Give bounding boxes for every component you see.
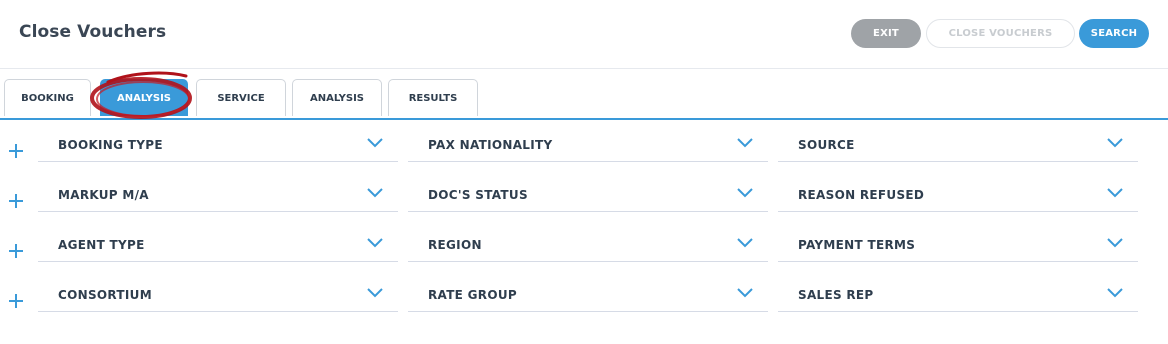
tab-analysis-2[interactable]: ANALYSIS <box>292 79 382 116</box>
dropdown-label: DOC'S STATUS <box>428 188 528 202</box>
dropdown-label: SOURCE <box>798 138 855 152</box>
chevron-down-icon <box>367 288 383 298</box>
docs-status-dropdown[interactable]: DOC'S STATUS <box>408 184 768 212</box>
close-vouchers-button[interactable]: CLOSE VOUCHERS <box>926 19 1075 48</box>
chevron-down-icon <box>1107 188 1123 198</box>
tab-analysis[interactable]: ANALYSIS <box>100 79 188 116</box>
chevron-down-icon <box>737 288 753 298</box>
dropdown-label: AGENT TYPE <box>58 238 145 252</box>
dropdown-label: BOOKING TYPE <box>58 138 163 152</box>
exit-button[interactable]: EXIT <box>851 19 921 48</box>
filter-row: AGENT TYPE REGION PAYMENT TERMS <box>0 234 1168 274</box>
plus-icon[interactable] <box>9 194 23 208</box>
dropdown-label: CONSORTIUM <box>58 288 152 302</box>
chevron-down-icon <box>1107 288 1123 298</box>
chevron-down-icon <box>1107 138 1123 148</box>
plus-icon[interactable] <box>9 144 23 158</box>
dropdown-label: REGION <box>428 238 482 252</box>
chevron-down-icon <box>737 188 753 198</box>
dropdown-label: SALES REP <box>798 288 874 302</box>
dropdown-label: PAX NATIONALITY <box>428 138 553 152</box>
plus-icon[interactable] <box>9 294 23 308</box>
dropdown-label: RATE GROUP <box>428 288 517 302</box>
chevron-down-icon <box>737 138 753 148</box>
chevron-down-icon <box>367 188 383 198</box>
filter-row: MARKUP M/A DOC'S STATUS REASON REFUSED <box>0 184 1168 224</box>
markup-dropdown[interactable]: MARKUP M/A <box>38 184 398 212</box>
tab-results[interactable]: RESULTS <box>388 79 478 116</box>
agent-type-dropdown[interactable]: AGENT TYPE <box>38 234 398 262</box>
chevron-down-icon <box>367 138 383 148</box>
tab-service[interactable]: SERVICE <box>196 79 286 116</box>
page-header: Close Vouchers EXIT CLOSE VOUCHERS SEARC… <box>0 0 1168 69</box>
tab-booking[interactable]: BOOKING <box>4 79 91 116</box>
consortium-dropdown[interactable]: CONSORTIUM <box>38 284 398 312</box>
plus-icon[interactable] <box>9 244 23 258</box>
booking-type-dropdown[interactable]: BOOKING TYPE <box>38 134 398 162</box>
region-dropdown[interactable]: REGION <box>408 234 768 262</box>
search-button[interactable]: SEARCH <box>1079 19 1149 48</box>
chevron-down-icon <box>737 238 753 248</box>
dropdown-label: PAYMENT TERMS <box>798 238 916 252</box>
source-dropdown[interactable]: SOURCE <box>778 134 1138 162</box>
page-title: Close Vouchers <box>19 22 167 42</box>
chevron-down-icon <box>1107 238 1123 248</box>
chevron-down-icon <box>367 238 383 248</box>
pax-nationality-dropdown[interactable]: PAX NATIONALITY <box>408 134 768 162</box>
tab-bar: BOOKING ANALYSIS SERVICE ANALYSIS RESULT… <box>0 79 1168 120</box>
sales-rep-dropdown[interactable]: SALES REP <box>778 284 1138 312</box>
payment-terms-dropdown[interactable]: PAYMENT TERMS <box>778 234 1138 262</box>
rate-group-dropdown[interactable]: RATE GROUP <box>408 284 768 312</box>
dropdown-label: MARKUP M/A <box>58 188 149 202</box>
dropdown-label: REASON REFUSED <box>798 188 925 202</box>
filter-row: BOOKING TYPE PAX NATIONALITY SOURCE <box>0 134 1168 174</box>
filter-row: CONSORTIUM RATE GROUP SALES REP <box>0 284 1168 324</box>
reason-refused-dropdown[interactable]: REASON REFUSED <box>778 184 1138 212</box>
